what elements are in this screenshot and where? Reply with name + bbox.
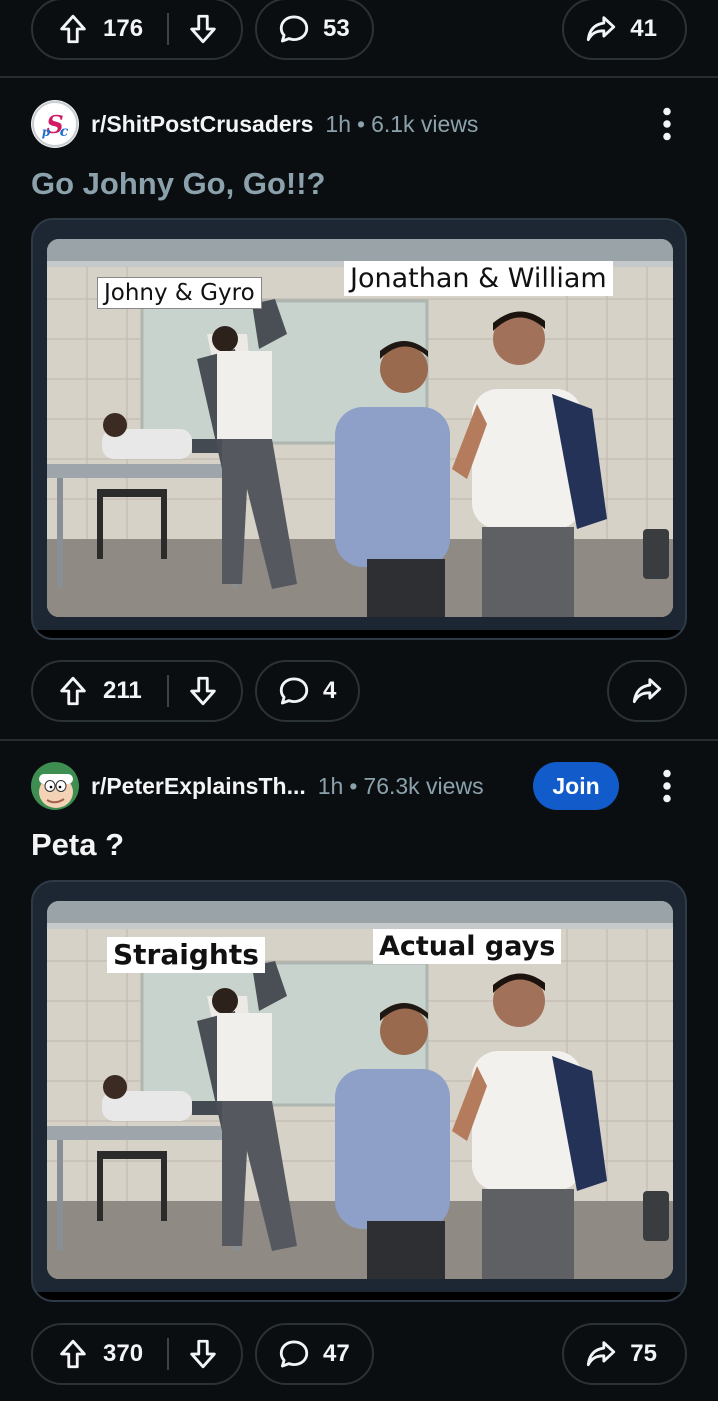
subreddit-avatar[interactable] (31, 100, 79, 148)
post-title[interactable]: Go Johny Go, Go!!? (31, 166, 325, 202)
subreddit-name[interactable]: r/ShitPostCrusaders (91, 111, 313, 138)
subreddit-avatar[interactable] (31, 762, 79, 810)
more-options-button[interactable] (647, 761, 687, 811)
arrow-down-icon (186, 674, 220, 708)
view-count: 76.3k views (363, 772, 484, 799)
more-options-button[interactable] (647, 99, 687, 149)
share-button[interactable] (607, 660, 687, 722)
post-age: 1h (317, 772, 344, 799)
meme-image: Johny & Gyro Jonathan & William (47, 239, 673, 617)
join-button[interactable]: Join (533, 762, 619, 810)
vertical-dots-icon (662, 769, 672, 803)
meta-separator: • (349, 772, 358, 799)
arrow-down-icon (186, 12, 220, 46)
image-caption-right: Jonathan & William (344, 261, 613, 297)
meta-separator: • (357, 110, 366, 137)
share-arrow-icon (584, 12, 618, 46)
vote-pill: 176 (31, 0, 243, 60)
post-header: r/ShitPostCrusaders 1h • 6.1k views (31, 99, 687, 149)
downvote-button[interactable] (179, 1330, 227, 1378)
speech-bubble-icon (277, 1337, 311, 1371)
share-count: 41 (630, 15, 657, 42)
comment-count: 53 (323, 15, 350, 42)
comment-count: 47 (323, 1340, 350, 1367)
downvote-button[interactable] (179, 667, 227, 715)
comments-button[interactable]: 53 (255, 0, 374, 60)
image-caption-right: Actual gays (373, 929, 562, 965)
post-meta: 1h • 76.3k views (318, 773, 484, 800)
vote-pill: 370 (31, 1323, 243, 1385)
post-divider (0, 739, 718, 741)
upvote-button[interactable] (49, 1330, 97, 1378)
vote-divider (167, 675, 169, 707)
comments-button[interactable]: 47 (255, 1323, 374, 1385)
post-meta: 1h • 6.1k views (325, 111, 478, 138)
post-divider (0, 76, 718, 78)
vote-divider (167, 13, 169, 45)
post-actions: 176 53 41 (0, 0, 718, 60)
media-footer (33, 630, 685, 638)
share-arrow-icon (630, 674, 664, 708)
speech-bubble-icon (277, 674, 311, 708)
arrow-up-icon (56, 674, 90, 708)
post-age: 1h (325, 110, 351, 137)
post-media[interactable]: Johny & Gyro Jonathan & William (31, 218, 687, 640)
arrow-up-icon (56, 1337, 90, 1371)
post-actions: 370 47 75 (0, 1323, 718, 1385)
arrow-down-icon (186, 1337, 220, 1371)
upvote-button[interactable] (49, 5, 97, 53)
post-media[interactable]: Straights Actual gays (31, 880, 687, 1302)
arrow-up-icon (56, 12, 90, 46)
upvote-count: 370 (103, 1340, 144, 1367)
upvote-button[interactable] (49, 667, 97, 715)
post-actions: 211 4 (0, 660, 718, 722)
upvote-count: 211 (103, 677, 142, 704)
share-arrow-icon (584, 1337, 618, 1371)
image-caption-left: Straights (107, 937, 265, 974)
view-count: 6.1k views (371, 110, 479, 137)
vertical-dots-icon (662, 107, 672, 141)
vote-divider (167, 1338, 169, 1370)
comments-button[interactable]: 4 (255, 660, 361, 722)
image-caption-left: Johny & Gyro (97, 277, 262, 310)
media-footer (33, 1292, 685, 1300)
share-count: 75 (630, 1340, 657, 1367)
vote-pill: 211 (31, 660, 243, 722)
share-button[interactable]: 75 (562, 1323, 687, 1385)
share-button[interactable]: 41 (562, 0, 687, 60)
speech-bubble-icon (277, 12, 311, 46)
post-title[interactable]: Peta ? (31, 827, 124, 863)
comment-count: 4 (323, 677, 337, 704)
meme-image: Straights Actual gays (47, 901, 673, 1279)
upvote-count: 176 (103, 15, 144, 42)
downvote-button[interactable] (179, 5, 227, 53)
subreddit-name[interactable]: r/PeterExplainsTh... (91, 773, 306, 800)
post-header: r/PeterExplainsTh... 1h • 76.3k views Join (31, 761, 687, 811)
